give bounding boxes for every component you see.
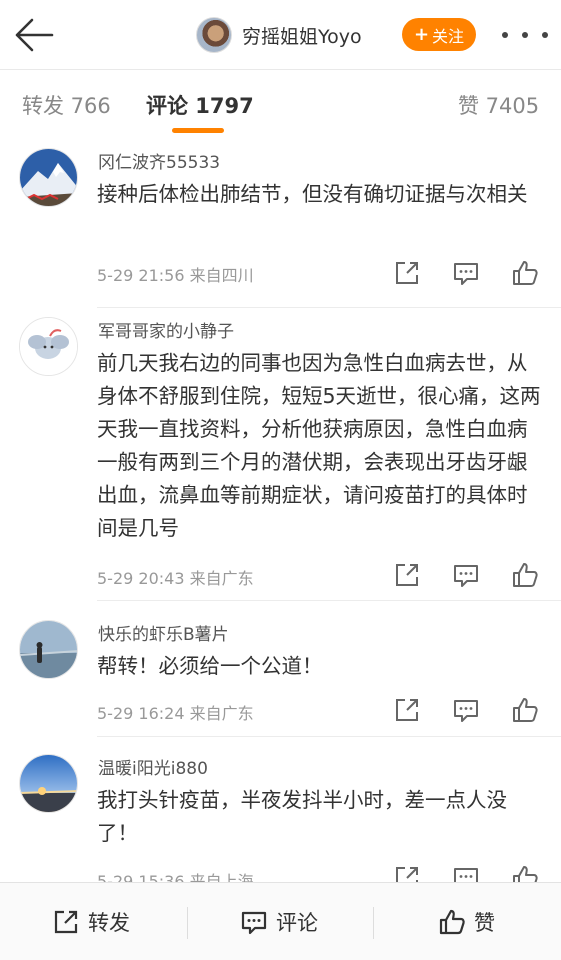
tab-active-indicator [172, 128, 224, 133]
share-button[interactable] [393, 864, 421, 882]
divider [97, 307, 561, 308]
more-dot-icon [502, 32, 508, 38]
reply-button[interactable] [452, 864, 480, 882]
divider [373, 907, 374, 939]
avatar[interactable] [19, 148, 78, 207]
divider [97, 736, 561, 737]
comment-actions [393, 696, 543, 724]
lakeside-avatar-icon [20, 621, 77, 678]
comment-text: 我打头针疫苗，半夜发抖半小时，差一点人没了！ [97, 788, 507, 845]
dumbo-avatar-icon [20, 318, 77, 375]
more-dot-icon [522, 32, 528, 38]
reply-button[interactable] [452, 696, 480, 724]
like-button[interactable] [511, 864, 539, 882]
bottom-action-bar: 转发 评论 赞 [0, 882, 561, 960]
user-header[interactable]: 穷摇姐姐Yoyo [196, 16, 362, 54]
comment-icon [454, 565, 478, 587]
comment-icon [454, 263, 478, 285]
tab-repost[interactable]: 转发 766 [22, 90, 111, 120]
comment-text: 帮转！必须给一个公道！ [97, 654, 323, 678]
tab-bar: 转发 766 评论 1797 赞 7405 [0, 70, 561, 138]
thumbs-up-icon [513, 866, 538, 882]
comment-icon [454, 868, 478, 882]
repost-button[interactable]: 转发 [52, 905, 130, 939]
share-button[interactable] [393, 696, 421, 724]
share-button[interactable] [393, 561, 421, 589]
user-name[interactable]: 穷摇姐姐Yoyo [242, 22, 362, 49]
share-icon [396, 564, 418, 586]
more-dot-icon [542, 32, 548, 38]
comment-author[interactable]: 冈仁波齐55533 [98, 148, 220, 173]
follow-button[interactable]: + 关注 [402, 18, 476, 51]
follow-label: 关注 [432, 26, 465, 46]
like-button[interactable] [511, 259, 539, 287]
like-label: 赞 [474, 911, 495, 935]
back-button[interactable] [12, 16, 56, 56]
comment-text: 接种后体检出肺结节，但没有确切证据与次相关 [97, 182, 528, 206]
share-icon [396, 699, 418, 721]
share-button[interactable] [393, 259, 421, 287]
like-button[interactable] [511, 696, 539, 724]
comment-label: 评论 [276, 911, 318, 935]
comment-author[interactable]: 快乐的虾乐B薯片 [98, 620, 229, 645]
reply-button[interactable] [452, 259, 480, 287]
comment-author[interactable]: 温暖i阳光i880 [98, 754, 208, 779]
comment-list: 冈仁波齐55533 接种后体检出肺结节，但没有确切证据与次相关 5-29 21:… [0, 138, 561, 882]
thumbs-up-icon [439, 909, 465, 935]
sunset-avatar-icon [20, 755, 77, 812]
avatar[interactable] [19, 620, 78, 679]
comment-meta: 5-29 21:56 来自四川 [97, 266, 254, 285]
comment-text: 前几天我右边的同事也因为急性白血病去世，从身体不舒服到住院，短短5天逝世，很心痛… [97, 351, 541, 540]
divider [97, 600, 561, 601]
comment-button[interactable]: 评论 [240, 905, 318, 939]
avatar[interactable] [19, 754, 78, 813]
comment-icon [454, 700, 478, 722]
mountain-avatar-icon [20, 149, 77, 206]
comment-actions [393, 259, 543, 287]
avatar[interactable] [196, 17, 232, 53]
avatar[interactable] [19, 317, 78, 376]
share-icon [396, 262, 418, 284]
comment-actions [393, 864, 543, 882]
share-icon [54, 910, 78, 934]
thumbs-up-icon [513, 563, 538, 587]
comment-meta: 5-29 20:43 来自广东 [97, 569, 254, 588]
thumbs-up-icon [513, 261, 538, 285]
comment-actions [393, 561, 543, 589]
like-button[interactable]: 赞 [438, 905, 495, 939]
comment-icon [241, 911, 267, 935]
arrow-left-icon [15, 18, 54, 52]
like-button[interactable] [511, 561, 539, 589]
more-button[interactable] [502, 22, 548, 48]
comment-meta: 5-29 15:36 来自上海 [97, 872, 254, 882]
plus-icon: + [413, 24, 430, 45]
repost-label: 转发 [88, 911, 130, 935]
divider [187, 907, 188, 939]
comment-meta: 5-29 16:24 来自广东 [97, 704, 254, 723]
comment-author[interactable]: 军哥哥家的小静子 [98, 317, 234, 342]
share-icon [396, 867, 418, 882]
tab-comment[interactable]: 评论 1797 [146, 90, 254, 120]
top-bar: 穷摇姐姐Yoyo + 关注 [0, 0, 561, 70]
reply-button[interactable] [452, 561, 480, 589]
thumbs-up-icon [513, 698, 538, 722]
tab-like[interactable]: 赞 7405 [458, 90, 539, 120]
